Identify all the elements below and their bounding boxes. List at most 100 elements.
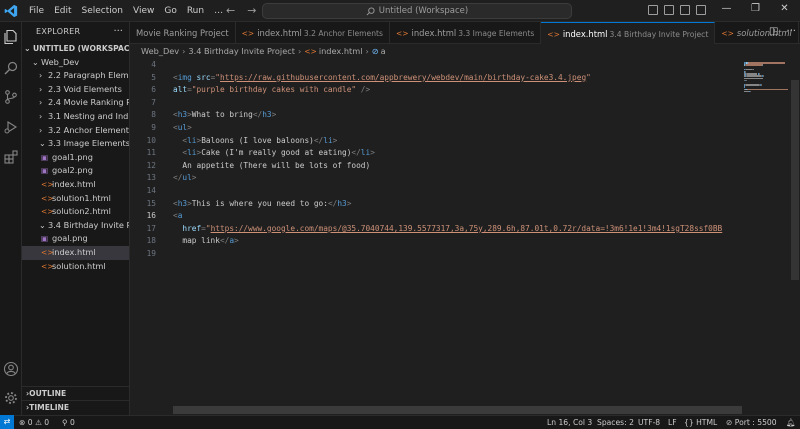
code-token: An appetite (There will be lots of food) [173, 160, 371, 170]
tree-file[interactable]: ▣ goal2.png [22, 164, 129, 178]
tree-folder[interactable]: › 3.1 Nesting and Ind... [22, 110, 129, 124]
editor-tab[interactable]: <> index.html 3.4 Birthday Invite Project [541, 22, 716, 44]
code-editor[interactable]: 4 5 <img src="https://raw.githubuserconten… [130, 58, 742, 415]
more-actions-icon[interactable]: ··· [786, 26, 796, 37]
scrollbar-thumb[interactable] [791, 80, 799, 280]
more-actions-icon[interactable]: ··· [113, 26, 123, 37]
tree-file[interactable]: ▣ goal1.png [22, 151, 129, 165]
code-token: This is where you need to go: [191, 198, 328, 208]
workspace-header[interactable]: ⌄ UNTITLED (WORKSPACE) [22, 42, 129, 56]
language-mode[interactable]: {} HTML [684, 416, 717, 429]
chevron-right-icon: › [39, 84, 43, 94]
toggle-primary-sidebar-icon[interactable] [648, 5, 658, 15]
toggle-panel-icon[interactable] [664, 5, 674, 15]
vertical-scrollbar[interactable] [790, 58, 800, 415]
breadcrumb-separator-icon: › [182, 46, 186, 56]
html-file-icon: <> [41, 247, 54, 257]
tree-item-label: index.html [52, 178, 96, 189]
menu-item[interactable]: File [24, 6, 49, 16]
menu-item[interactable]: View [128, 6, 159, 16]
command-center[interactable]: Untitled (Workspace) [262, 3, 572, 19]
outline-section[interactable]: ›OUTLINE [22, 386, 129, 400]
tree-file[interactable]: <>solution1.html [22, 192, 129, 206]
menu-item[interactable]: Edit [49, 6, 76, 16]
tree-item-label: solution2.html [52, 206, 111, 217]
ports-indicator[interactable]: ⚲ 0 [62, 416, 75, 429]
chevron-right-icon: › [39, 71, 43, 81]
end-of-line[interactable]: LF [668, 416, 677, 429]
code-token: ul [182, 173, 192, 183]
tree-folder[interactable]: › 3.2 Anchor Elements [22, 124, 129, 138]
toggle-secondary-sidebar-icon[interactable] [680, 5, 690, 15]
symbol-element-icon: ⊘ [371, 46, 379, 56]
code-token: https://raw.githubusercontent.com/appbre… [220, 72, 587, 82]
timeline-section[interactable]: ›TIMELINE [22, 400, 129, 414]
line-source: <img src="https://raw.githubusercontent.… [173, 72, 591, 85]
forward-arrow-icon[interactable]: → [247, 4, 256, 17]
line-number: 12 [146, 160, 156, 170]
code-token: > [234, 236, 239, 246]
account-icon[interactable] [3, 361, 19, 377]
editor-tab[interactable]: <> index.html 3.2 Anchor Elements [236, 22, 390, 44]
manage-gear-icon[interactable] [3, 390, 19, 406]
tree-folder[interactable]: ⌄ Web_Dev [22, 56, 129, 70]
line-number: 11 [146, 148, 156, 158]
indentation[interactable]: Spaces: 2 [597, 416, 634, 429]
code-token: > [187, 123, 192, 132]
minimap[interactable] [742, 58, 790, 415]
tree-folder[interactable]: › 2.4 Movie Ranking P... [22, 96, 129, 110]
cursor-position[interactable]: Ln 16, Col 3 [547, 416, 592, 429]
tree-file[interactable]: <>solution.html [22, 260, 129, 274]
tree-file[interactable]: <>solution2.html [22, 205, 129, 219]
menu-item[interactable]: Run [182, 6, 209, 16]
html-file-icon: <> [41, 261, 54, 271]
line-source: </ul> [173, 172, 196, 185]
search-icon[interactable] [3, 60, 19, 76]
back-arrow-icon[interactable]: ← [226, 4, 235, 17]
line-source: <a [173, 210, 182, 223]
tree-file[interactable]: <>index.html [22, 178, 129, 192]
breadcrumb-item[interactable]: 3.4 Birthday Invite Project [188, 46, 295, 56]
timeline-label: TIMELINE [29, 403, 70, 412]
source-control-icon[interactable] [3, 89, 19, 105]
problems-indicator[interactable]: ⊗ 0 ⚠ 0 [19, 416, 49, 429]
code-line: 6 alt="purple birthday cakes with candle"… [130, 84, 742, 97]
editor-tab[interactable]: <> index.html 3.3 Image Elements [390, 22, 542, 44]
close-window-button[interactable]: ✕ [770, 3, 799, 14]
tree-file[interactable]: <>index.html [22, 245, 129, 260]
navigation-arrows: ← → [226, 4, 256, 17]
file-tree: ⌄Web_Dev›2.2 Paragraph Eleme...›2.3 Void… [22, 56, 129, 274]
editor-tab[interactable]: Movie Ranking Project [130, 22, 236, 44]
tree-folder[interactable]: › 2.3 Void Elements [22, 83, 129, 97]
tree-item-label: goal.png [52, 233, 88, 244]
customize-layout-icon[interactable] [696, 5, 706, 15]
tree-file[interactable]: ▣ goal.png [22, 232, 129, 246]
notifications-bell-icon[interactable]: 🔔︎ [786, 416, 796, 429]
code-token: https://www.google.com/maps/@35.7040744,… [210, 223, 723, 233]
remote-indicator-icon[interactable]: ⇄ [0, 415, 14, 429]
horizontal-scrollbar[interactable] [173, 406, 742, 414]
encoding[interactable]: UTF-8 [638, 416, 660, 429]
html-file-icon: <> [41, 207, 54, 217]
breadcrumb-item[interactable]: index.html [319, 46, 363, 56]
restore-button[interactable]: ❐ [741, 3, 770, 14]
menu-item[interactable]: Go [159, 6, 181, 16]
command-center-label: Untitled (Workspace) [378, 6, 469, 16]
breadcrumb-item[interactable]: a [381, 46, 386, 56]
error-icon: ⊗ [19, 418, 26, 427]
tree-folder[interactable]: ⌄ 3.3 Image Elements [22, 137, 129, 151]
explorer-icon[interactable] [3, 29, 19, 45]
minimize-button[interactable]: — [712, 3, 741, 14]
tree-folder[interactable]: › 2.2 Paragraph Eleme... [22, 69, 129, 83]
menu-item[interactable]: Selection [77, 6, 128, 16]
breadcrumb-item[interactable]: Web_Dev [141, 46, 179, 56]
line-number: 4 [151, 60, 156, 69]
split-editor-icon[interactable]: ◫ [769, 26, 778, 37]
code-line: 5 <img src="https://raw.githubusercontent… [130, 72, 742, 85]
live-server-port[interactable]: ⊘ Port : 5500 [726, 416, 777, 429]
extensions-icon[interactable] [3, 149, 19, 165]
html-file-icon: <> [721, 29, 734, 38]
tree-folder[interactable]: ⌄ 3.4 Birthday Invite P... [22, 219, 129, 233]
run-debug-icon[interactable] [3, 119, 19, 135]
tab-description: 3.3 Image Elements [458, 29, 535, 38]
